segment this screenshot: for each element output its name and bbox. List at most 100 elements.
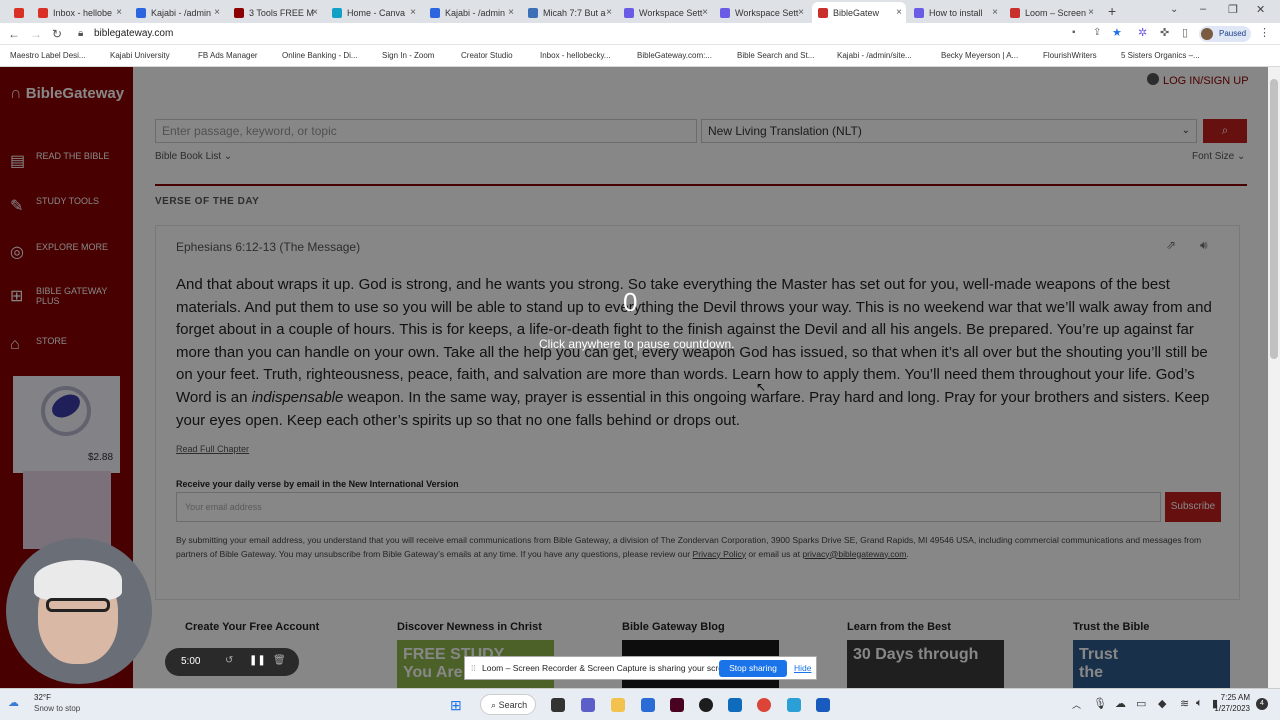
screen-share-bar: ⁞⁞ Loom – Screen Recorder & Screen Captu… xyxy=(464,656,817,680)
bookmark-item[interactable]: Kajabi University xyxy=(110,51,170,60)
tab-bar: Inbox - hellobe × Kajabi - /admin × 3 Tools … xyxy=(0,0,1280,23)
bookmark-item[interactable]: Becky Meyerson | A... xyxy=(941,51,1018,60)
tab[interactable]: Kajabi - /admin × xyxy=(424,2,518,23)
tab-label: Workspace Sett xyxy=(639,7,703,18)
pause-icon[interactable]: ❚❚ xyxy=(249,655,266,666)
bookmark-item[interactable]: FB Ads Manager xyxy=(198,51,258,60)
tab-close-icon[interactable]: × xyxy=(214,7,220,18)
bookmark-star-icon[interactable]: ★ xyxy=(1112,26,1122,39)
tab[interactable]: Micah 7:7 But a × xyxy=(522,2,616,23)
tab[interactable]: BibleGatew × xyxy=(812,2,906,23)
paused-label: Paused xyxy=(1219,29,1247,38)
loom-countdown-overlay[interactable] xyxy=(0,67,1268,688)
bookmark-item[interactable]: Creator Studio xyxy=(461,51,513,60)
minimize-button[interactable]: – xyxy=(1200,3,1206,15)
puzzle-icon[interactable]: ✜ xyxy=(1160,26,1169,39)
chrome-icon[interactable] xyxy=(757,698,771,712)
tab-favicon-icon xyxy=(38,7,48,18)
task-view-icon[interactable] xyxy=(551,698,565,712)
lock-icon[interactable]: 🔒︎ xyxy=(78,28,83,39)
forward-icon[interactable]: → xyxy=(30,27,42,41)
new-tab-button[interactable]: + xyxy=(1108,3,1116,19)
profile-button[interactable]: Paused xyxy=(1199,26,1251,42)
tab-close-icon[interactable]: × xyxy=(508,7,514,18)
hide-link[interactable]: Hide xyxy=(794,663,811,673)
indesign-icon[interactable] xyxy=(670,698,684,712)
reload-icon[interactable]: ↻ xyxy=(52,27,62,41)
notification-badge[interactable]: 4 xyxy=(1256,698,1268,710)
taskbar-search-label: Search xyxy=(498,700,528,710)
tab-close-icon[interactable]: × xyxy=(896,7,902,18)
tab[interactable]: How to install × xyxy=(908,2,1002,23)
clock-time[interactable]: 7:25 AM xyxy=(1214,693,1250,702)
bookmark-item[interactable]: Bible Search and St... xyxy=(737,51,814,60)
webpage: ∩ BibleGateway ▤ READ THE BIBLE ✎ STUDY TOO… xyxy=(0,67,1268,688)
word-icon[interactable] xyxy=(816,698,830,712)
wifi-icon[interactable]: ≋ xyxy=(1180,697,1189,710)
bookmark-item[interactable]: Inbox - hellobecky... xyxy=(540,51,611,60)
bookmark-item[interactable]: BibleGateway.com:... xyxy=(637,51,712,60)
tab-close-icon[interactable]: × xyxy=(798,7,804,18)
close-window-button[interactable]: ✕ xyxy=(1256,3,1265,16)
share-message: Loom – Screen Recorder & Screen Capture … xyxy=(482,663,735,673)
tab-label: How to install xyxy=(929,7,983,18)
bookmark-item[interactable]: Maestro Label Desi... xyxy=(10,51,86,60)
back-icon[interactable]: ← xyxy=(8,27,20,41)
bookmark-item[interactable]: Kajabi - /admin/site... xyxy=(837,51,912,60)
microphone-icon[interactable]: 🎙︎ xyxy=(1093,697,1107,710)
drag-handle-icon[interactable]: ⁞⁞ xyxy=(471,663,476,673)
mail-icon[interactable] xyxy=(728,698,742,712)
store-app-icon[interactable] xyxy=(641,698,655,712)
tab-close-icon[interactable]: × xyxy=(1088,7,1094,18)
taskbar-search[interactable]: ⌕ Search xyxy=(480,694,536,715)
display-icon[interactable]: ▭ xyxy=(1136,697,1146,710)
camera-icon[interactable]: ▪ xyxy=(1072,27,1076,38)
share-icon[interactable]: ⇪ xyxy=(1093,27,1101,38)
tab[interactable]: Inbox - hellobe × xyxy=(32,2,126,23)
cloud-icon[interactable]: ☁︎ xyxy=(1115,697,1126,710)
extension-icon[interactable]: ✲ xyxy=(1138,26,1147,39)
weather-icon[interactable]: ☁︎ xyxy=(8,696,19,709)
sidepanel-icon[interactable]: ▯ xyxy=(1182,26,1188,39)
bookmark-item[interactable]: FlourishWriters xyxy=(1043,51,1097,60)
address-bar[interactable]: biblegateway.com xyxy=(94,28,173,39)
scrollbar[interactable] xyxy=(1268,67,1280,688)
app-icon[interactable] xyxy=(787,698,801,712)
dropbox-icon[interactable]: ◆ xyxy=(1158,697,1166,710)
tab-favicon-icon xyxy=(234,7,244,18)
tab[interactable]: Home - Canva × xyxy=(326,2,420,23)
tab[interactable] xyxy=(8,2,28,23)
scrollbar-thumb[interactable] xyxy=(1270,79,1278,359)
tab[interactable]: Workspace Sett × xyxy=(618,2,712,23)
chat-icon[interactable] xyxy=(581,698,595,712)
tab-label: Loom – Screen xyxy=(1025,7,1087,18)
loom-camera-bubble[interactable] xyxy=(6,538,152,684)
restart-icon[interactable]: ↺ xyxy=(225,655,233,666)
file-explorer-icon[interactable] xyxy=(611,698,625,712)
tab-close-icon[interactable]: × xyxy=(116,7,122,18)
hair-shape xyxy=(34,560,122,600)
tab-close-icon[interactable]: × xyxy=(702,7,708,18)
tab[interactable]: Loom – Screen × xyxy=(1004,2,1098,23)
stop-sharing-button[interactable]: Stop sharing xyxy=(719,660,787,677)
chevron-up-icon[interactable]: ︿ xyxy=(1072,698,1081,711)
tab-close-icon[interactable]: × xyxy=(992,7,998,18)
bookmark-item[interactable]: Sign In - Zoom xyxy=(382,51,434,60)
tab-close-icon[interactable]: × xyxy=(312,7,318,18)
tab-close-icon[interactable]: × xyxy=(410,7,416,18)
trash-icon[interactable]: 🗑︎ xyxy=(273,655,286,666)
bookmark-item[interactable]: 5 Sisters Organics –... xyxy=(1121,51,1200,60)
tab[interactable]: Workspace Sett × xyxy=(714,2,808,23)
start-icon[interactable]: ⊞ xyxy=(450,697,462,714)
volume-icon[interactable]: 🔈︎ xyxy=(1196,697,1203,710)
tab[interactable]: 3 Tools FREE M × xyxy=(228,2,322,23)
weather-desc: Snow to stop xyxy=(34,704,81,713)
dell-icon[interactable] xyxy=(699,698,713,712)
tab[interactable]: Kajabi - /admin × xyxy=(130,2,224,23)
tab-close-icon[interactable]: × xyxy=(606,7,612,18)
tab-search-icon[interactable]: ⌄ xyxy=(1170,4,1178,15)
bookmark-item[interactable]: Online Banking - Di... xyxy=(282,51,358,60)
maximize-button[interactable]: ❐ xyxy=(1228,3,1238,16)
menu-icon[interactable]: ⋮ xyxy=(1259,26,1270,39)
clock-date[interactable]: 1/27/2023 xyxy=(1206,704,1250,713)
